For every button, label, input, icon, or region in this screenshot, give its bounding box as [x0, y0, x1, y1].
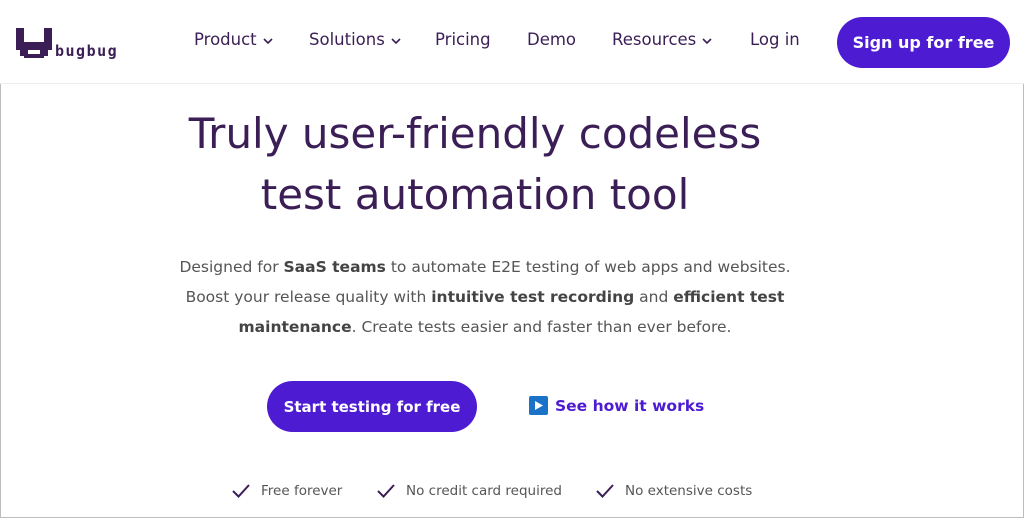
nav-product-label: Product [194, 30, 257, 49]
nav-solutions[interactable]: Solutions [309, 30, 401, 49]
login-link[interactable]: Log in [750, 30, 800, 49]
subtitle-text: and [634, 288, 674, 306]
hero-subtitle: Designed for SaaS teams to automate E2E … [160, 252, 810, 342]
feature-item: Free forever [231, 483, 342, 499]
start-testing-button[interactable]: Start testing for free [267, 381, 477, 432]
subtitle-text: . Create tests easier and faster than ev… [351, 318, 732, 336]
feature-label: Free forever [261, 483, 343, 499]
signup-button[interactable]: Sign up for free [837, 17, 1010, 68]
play-icon [529, 396, 548, 415]
check-icon [596, 484, 614, 498]
site-header: bugbug Product Solutions Pricing Demo Re… [0, 0, 1024, 84]
nav-pricing[interactable]: Pricing [435, 30, 491, 49]
check-icon [377, 484, 395, 498]
nav-demo-label: Demo [527, 30, 577, 49]
subtitle-highlight: SaaS teams [283, 258, 386, 276]
chevron-down-icon [263, 37, 273, 44]
features-list: Free forever No credit card required No … [0, 483, 1024, 507]
nav-resources-label: Resources [612, 30, 697, 49]
see-how-link[interactable]: See how it works [529, 396, 704, 415]
hero-title: Truly user-friendly codeless test automa… [0, 103, 950, 225]
bugbug-logo-icon [16, 28, 52, 58]
feature-label: No credit card required [406, 483, 562, 499]
logo-text: bugbug [55, 42, 119, 60]
chevron-down-icon [702, 37, 712, 44]
feature-item: No extensive costs [595, 483, 752, 499]
check-icon [232, 484, 250, 498]
subtitle-text: Designed for [179, 258, 284, 276]
subtitle-highlight: intuitive test recording [431, 288, 635, 306]
feature-item: No credit card required [376, 483, 562, 499]
nav-demo[interactable]: Demo [527, 30, 576, 49]
nav-pricing-label: Pricing [435, 30, 491, 49]
hero-title-line1: Truly user-friendly codeless [188, 109, 762, 158]
see-how-label: See how it works [555, 396, 705, 415]
feature-label: No extensive costs [625, 483, 753, 499]
logo-link[interactable]: bugbug [16, 24, 118, 60]
nav-resources[interactable]: Resources [612, 30, 712, 49]
hero-title-line2: test automation tool [260, 170, 690, 219]
nav-solutions-label: Solutions [309, 30, 385, 49]
nav-product[interactable]: Product [194, 30, 273, 49]
chevron-down-icon [391, 37, 401, 44]
